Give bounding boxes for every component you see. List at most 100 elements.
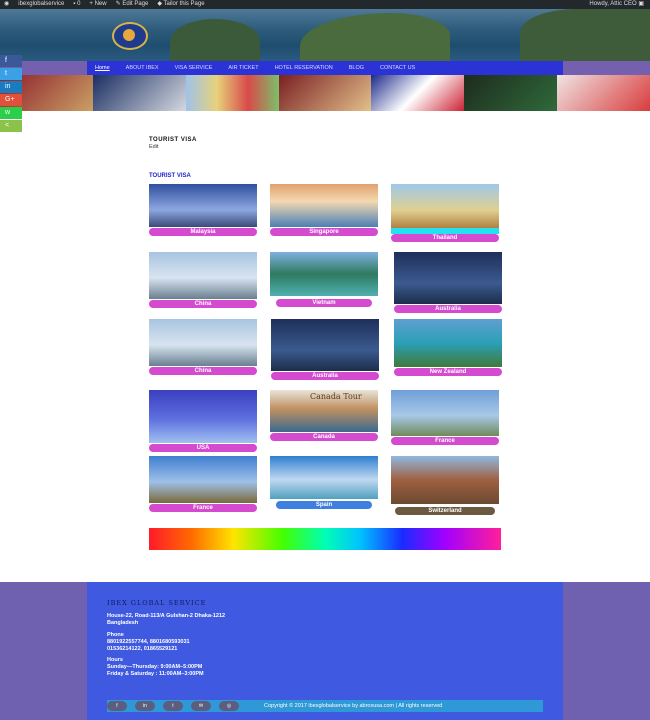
hours-label: Hours xyxy=(107,657,123,663)
scenery xyxy=(170,19,260,61)
tile-label: France xyxy=(149,504,257,512)
spain-photo xyxy=(270,456,378,499)
tile-label: Switzerland xyxy=(395,507,495,515)
tile-malaysia[interactable]: Malaysia xyxy=(149,184,257,236)
nav-home[interactable]: Home xyxy=(87,65,118,71)
footer-address: House-22, Road-113/A Gulshan-2 Dhaka-121… xyxy=(107,613,226,619)
copyright: Copyright © 2017 ibexglobalservice by ab… xyxy=(264,703,443,709)
wordpress-icon[interactable]: ◉ xyxy=(4,0,9,9)
china-photo xyxy=(149,252,257,299)
new-zealand-photo xyxy=(394,319,502,367)
nav-hotel-reservation[interactable]: HOTEL RESERVATION xyxy=(267,65,341,71)
phone-label: Phone xyxy=(107,632,124,638)
twitter-icon[interactable]: t xyxy=(163,701,183,711)
section-title: TOURIST VISA xyxy=(149,173,191,179)
nav-contact[interactable]: CONTACT US xyxy=(372,65,423,71)
new-link[interactable]: + New xyxy=(89,0,106,9)
tailor-link[interactable]: ◆ Tailor this Page xyxy=(157,0,204,9)
email-icon[interactable]: ✉ xyxy=(191,701,211,711)
nav-about[interactable]: ABOUT IBEX xyxy=(118,65,167,71)
site-logo[interactable] xyxy=(112,22,148,50)
googleplus-share-icon[interactable]: G+ xyxy=(0,94,22,106)
tile-australia[interactable]: Australia xyxy=(394,252,502,313)
tile-switzerland[interactable]: Switzerland xyxy=(391,456,499,518)
howdy-link[interactable]: Howdy, Attic CEO xyxy=(589,1,636,7)
malaysia-photo xyxy=(149,184,257,227)
tile-label: Australia xyxy=(271,372,379,380)
france-photo xyxy=(391,390,499,436)
footer: IBEX GLOBAL SERVICE House-22, Road-113/A… xyxy=(87,582,563,720)
tile-spain[interactable]: Spain xyxy=(270,456,378,513)
tile-china[interactable]: China xyxy=(149,252,257,308)
share-icon[interactable]: < xyxy=(0,120,22,132)
tile-label: Singapore xyxy=(270,228,378,236)
tile-label: New Zealand xyxy=(394,368,502,376)
social-share-sidebar: f t in G+ w < xyxy=(0,55,22,133)
page-title: TOURIST VISA xyxy=(149,137,197,143)
passports-image xyxy=(464,75,558,111)
vietnam-photo xyxy=(270,252,378,296)
tile-france[interactable]: France xyxy=(391,390,499,446)
site-link[interactable]: ibexglobalservice xyxy=(18,0,64,9)
tile-label: Canada xyxy=(270,433,378,441)
facebook-share-icon[interactable]: f xyxy=(0,55,22,67)
nav-visa-service[interactable]: VISA SERVICE xyxy=(167,65,221,71)
phone-numbers: 01536214122, 01865529121 xyxy=(107,646,178,652)
main-nav: Home ABOUT IBEX VISA SERVICE AIR TICKET … xyxy=(87,61,563,75)
whatsapp-share-icon[interactable]: w xyxy=(0,107,22,119)
nav-air-ticket[interactable]: AIR TICKET xyxy=(220,65,266,71)
tile-canada[interactable]: Canada Tour Canada xyxy=(270,390,378,442)
hours-weekday: Sunday—Thursday: 9:00AM–5:00PM xyxy=(107,664,203,670)
tile-new-zealand[interactable]: New Zealand xyxy=(394,319,502,377)
rainbow-divider xyxy=(149,528,501,550)
tile-thailand[interactable]: Thailand xyxy=(391,184,499,242)
visa-image xyxy=(92,75,186,111)
tile-label: Spain xyxy=(276,501,372,509)
singapore-photo xyxy=(270,184,378,227)
tile-usa[interactable]: USA xyxy=(149,390,257,452)
airplane-image xyxy=(557,75,650,111)
nav-blog[interactable]: BLOG xyxy=(341,65,372,71)
comments-count: 0 xyxy=(77,1,81,7)
twitter-share-icon[interactable]: t xyxy=(0,68,22,80)
scenery xyxy=(520,9,650,61)
passports-image xyxy=(278,75,372,111)
facebook-icon[interactable]: f xyxy=(107,701,127,711)
tile-label: Vietnam xyxy=(276,299,372,307)
australia-photo xyxy=(271,319,379,371)
china-photo xyxy=(149,319,257,366)
tile-australia[interactable]: Australia xyxy=(271,319,379,381)
switzerland-photo xyxy=(391,456,499,504)
instagram-icon[interactable]: ◎ xyxy=(219,701,239,711)
tourist-visa-image xyxy=(371,75,465,111)
tile-label: Malaysia xyxy=(149,228,257,236)
usa-photo xyxy=(149,390,257,443)
admin-bar: ◉ ibexglobalservice ▪ 0 + New ✎ Edit Pag… xyxy=(0,0,650,9)
canada-tour-banner: Canada Tour xyxy=(310,392,362,401)
visa-banner-strip xyxy=(0,75,650,111)
tailor-label: Tailor this Page xyxy=(163,1,205,7)
footer-brand: IBEX GLOBAL SERVICE xyxy=(107,599,207,607)
comments-link[interactable]: ▪ 0 xyxy=(73,0,80,9)
hours-weekend: Friday & Saturday : 11:00AM–3:00PM xyxy=(107,671,204,677)
phone-numbers: 8801922557744, 8801680593031 xyxy=(107,639,190,645)
footer-country: Bangladesh xyxy=(107,620,139,626)
tile-label: Thailand xyxy=(391,234,499,242)
tile-vietnam[interactable]: Vietnam xyxy=(270,252,378,310)
tile-label: USA xyxy=(149,444,257,452)
edit-page-label: Edit Page xyxy=(122,1,149,7)
thailand-photo xyxy=(391,184,499,228)
tile-china[interactable]: China xyxy=(149,319,257,375)
new-label: New xyxy=(94,1,107,7)
linkedin-icon[interactable]: in xyxy=(135,701,155,711)
tile-singapore[interactable]: Singapore xyxy=(270,184,378,236)
tile-france[interactable]: France xyxy=(149,456,257,512)
world-map-image xyxy=(185,75,279,111)
edit-link[interactable]: Edit xyxy=(149,144,158,150)
edit-page-link[interactable]: ✎ Edit Page xyxy=(116,0,149,9)
avatar[interactable]: ▣ xyxy=(638,1,644,7)
tile-label: China xyxy=(149,300,257,308)
linkedin-share-icon[interactable]: in xyxy=(0,81,22,93)
header-banner xyxy=(0,9,650,61)
australia-photo xyxy=(394,252,502,304)
